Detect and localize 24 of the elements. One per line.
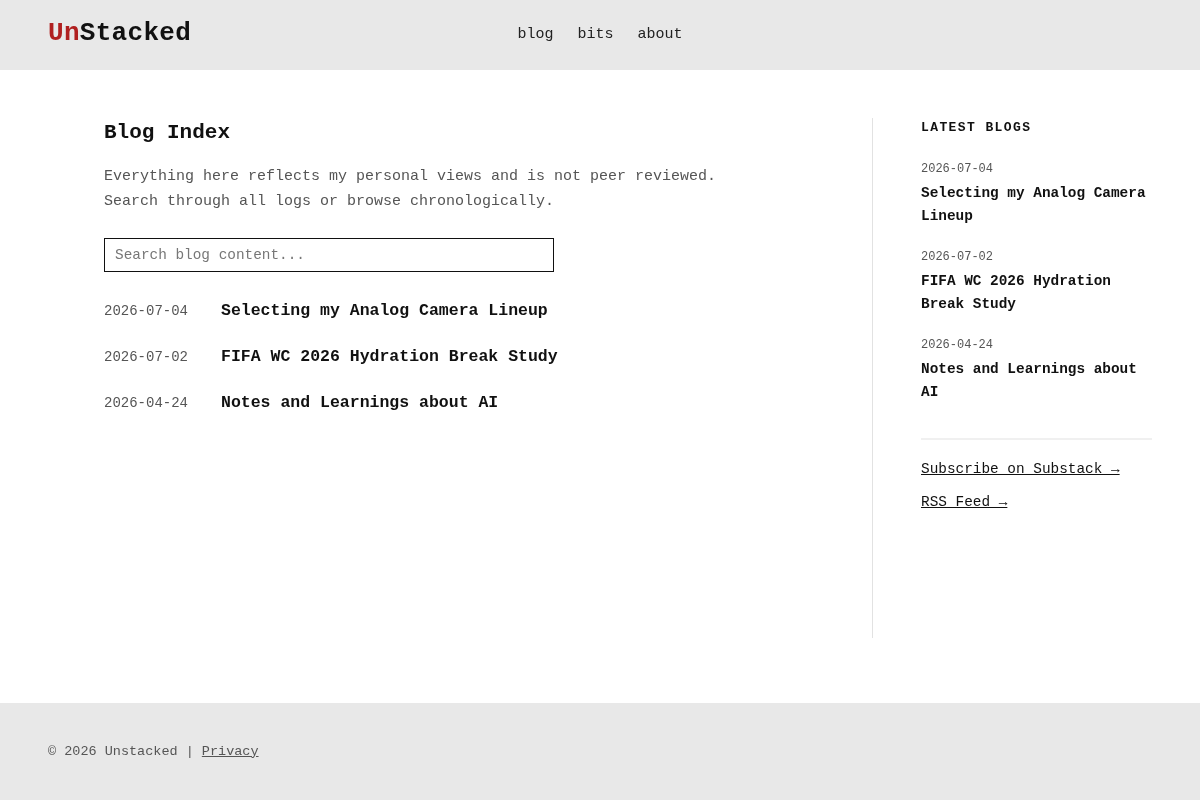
- intro-text: Everything here reflects my personal views and is not peer reviewed. Search through all logs or browse chronologically.: [104, 167, 718, 212]
- copyright-text: © 2026 Unstacked |: [48, 742, 194, 761]
- search-field[interactable]: Search blog content...: [104, 238, 554, 272]
- nav-link[interactable]: blog: [517, 25, 554, 45]
- sidebar-heading: LATEST BLOGS: [921, 119, 1033, 137]
- post-date: 2026-07-02: [104, 348, 188, 367]
- post-link[interactable]: Selecting my Analog Camera Lineup: [921, 181, 1152, 228]
- post-date: 2026-07-04: [921, 161, 993, 177]
- page-title: Blog Index: [104, 120, 232, 146]
- post-link[interactable]: FIFA WC 2026 Hydration Break Study: [921, 269, 1152, 316]
- post-date: 2026-07-04: [104, 302, 188, 321]
- sidebar-link[interactable]: Subscribe on Substack →: [921, 458, 1120, 479]
- post-date: 2026-04-24: [921, 337, 993, 353]
- privacy-link[interactable]: Privacy: [201, 741, 259, 762]
- post-date: 2026-07-02: [921, 249, 993, 265]
- post-link[interactable]: Notes and Learnings about AI: [921, 357, 1152, 404]
- sidebar-link[interactable]: RSS Feed →: [921, 491, 1008, 512]
- post-date: 2026-04-24: [104, 394, 188, 413]
- post-link[interactable]: FIFA WC 2026 Hydration Break Study: [221, 346, 558, 368]
- nav-link[interactable]: bits: [577, 25, 614, 45]
- site-logo[interactable]: UnStacked: [48, 17, 192, 49]
- nav-link[interactable]: about: [637, 25, 683, 45]
- post-link[interactable]: Notes and Learnings about AI: [221, 392, 499, 414]
- post-link[interactable]: Selecting my Analog Camera Lineup: [221, 300, 548, 322]
